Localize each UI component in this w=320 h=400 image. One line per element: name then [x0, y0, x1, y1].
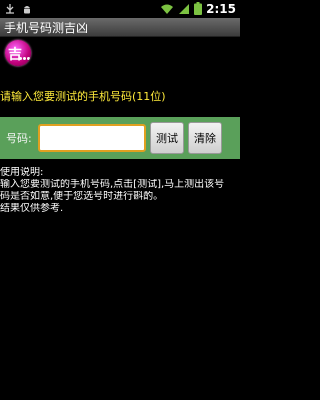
- test-button[interactable]: 测试: [150, 122, 184, 154]
- input-panel: 号码: 测试 清除: [0, 117, 240, 159]
- signal-icon: [178, 0, 190, 19]
- wifi-icon: [160, 0, 174, 19]
- status-time: 2:15: [206, 2, 236, 16]
- logo-dots: [19, 46, 31, 66]
- status-bar: 2:15: [0, 0, 240, 18]
- instructions-line: 结果仅供参考.: [0, 203, 64, 214]
- android-debug-icon: [21, 0, 33, 19]
- instructions-line: 输入您要测试的手机号码,点击[测试],马上测出该号: [0, 179, 225, 190]
- input-prompt: 请输入您要测试的手机号码(11位): [0, 90, 166, 103]
- instructions-line: 码是否如意,便于您选号时进行斟酌。: [0, 191, 164, 202]
- clear-button[interactable]: 清除: [188, 122, 222, 154]
- app-logo-icon: 吉: [5, 40, 31, 66]
- battery-icon: [194, 0, 203, 19]
- app-title: 手机号码测吉凶: [4, 20, 89, 35]
- usb-icon: [4, 0, 16, 19]
- instructions-heading: 使用说明:: [0, 167, 44, 178]
- phone-number-input[interactable]: [38, 124, 146, 152]
- instructions: 使用说明: 输入您要测试的手机号码,点击[测试],马上测出该号 码是否如意,便于…: [0, 167, 240, 215]
- title-bar: 手机号码测吉凶: [0, 18, 240, 37]
- number-label: 号码:: [6, 132, 32, 145]
